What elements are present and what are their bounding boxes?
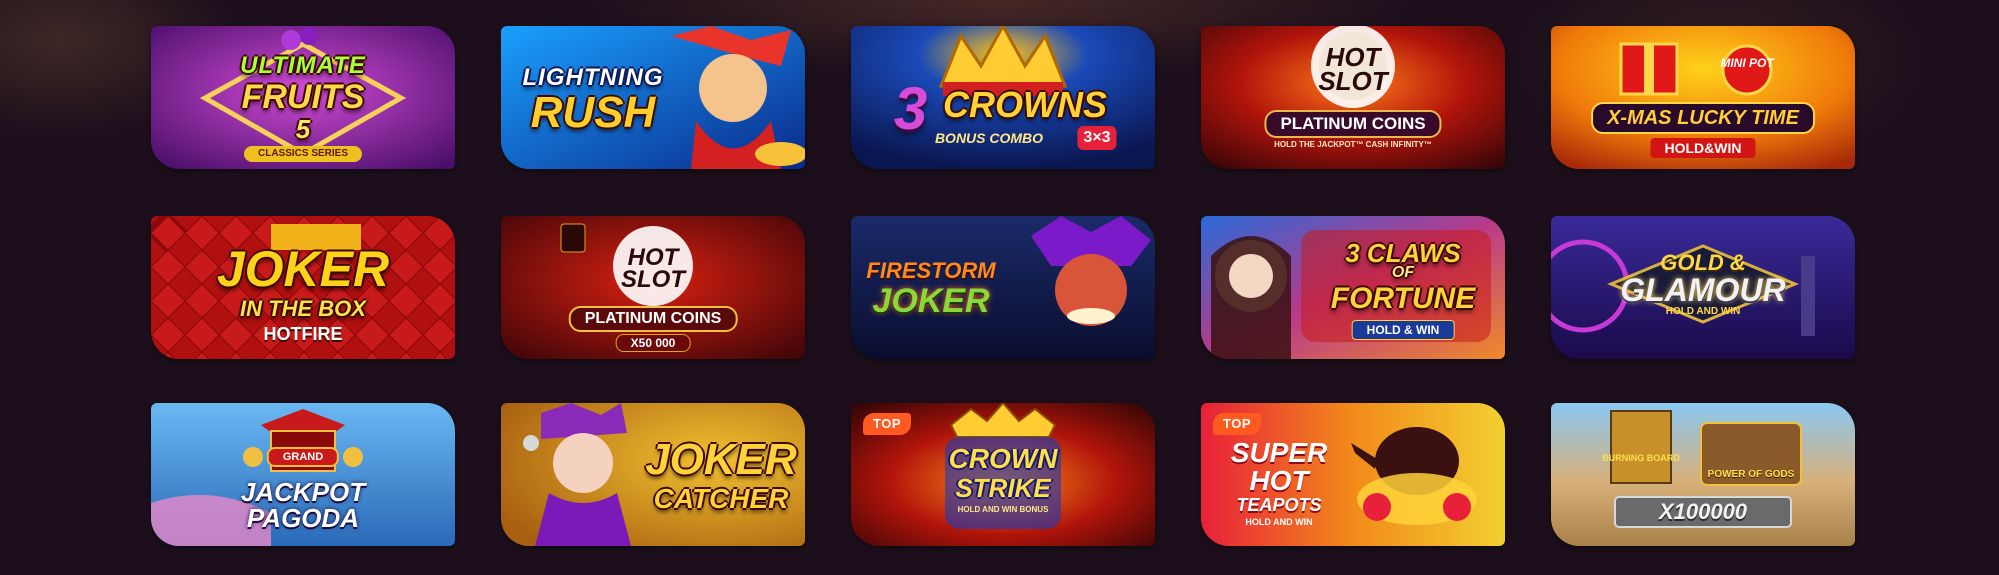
game-tile-joker-catcher[interactable]: Joker Catcher xyxy=(501,403,805,546)
game-subtitle: Hold the Jackpot™ Cash Infinity™ xyxy=(1274,140,1432,149)
game-title-line2: Power of Gods xyxy=(1707,469,1795,480)
game-tile-joker-in-the-box-hotfire[interactable]: Joker In the Box Hotfire xyxy=(151,216,455,359)
game-title-line3: 5 xyxy=(295,114,311,144)
game-title-line2: Slot xyxy=(1318,66,1388,96)
game-title-line1: Joker xyxy=(645,435,797,484)
game-title-line1: Burning Board xyxy=(1602,453,1680,463)
game-title-line3: Hotfire xyxy=(263,324,343,344)
game-tile-3-claws-of-fortune[interactable]: 3 Claws of Fortune Hold & Win xyxy=(1201,216,1505,359)
game-title-line1: Ultimate xyxy=(240,52,366,79)
game-title-line2: In the Box xyxy=(240,296,366,321)
game-title-line3: Pagoda xyxy=(246,503,360,533)
game-title-line1: Crown xyxy=(948,443,1058,474)
game-title-line2: Catcher xyxy=(653,483,789,514)
game-tile-ultimate-fruits-5[interactable]: Ultimate Fruits 5 Classics Series xyxy=(151,26,455,169)
game-title-line1: Firestorm xyxy=(866,258,996,283)
game-title-line2: X-Mas Lucky Time xyxy=(1591,102,1815,134)
game-title-line1: Grand xyxy=(266,447,340,467)
game-title-line2: Glamour xyxy=(1620,272,1786,308)
game-tile-hot-slot-platinum-coins-x50000[interactable]: Hot Slot Platinum Coins x50 000 xyxy=(501,216,805,359)
game-tile-jackpot-pagoda[interactable]: Grand Jackpot Pagoda xyxy=(151,403,455,546)
game-title-line2: Hot xyxy=(1249,465,1309,496)
game-title-line2: Crowns xyxy=(943,84,1107,125)
game-tile-firestorm-joker[interactable]: Firestorm Joker xyxy=(851,216,1155,359)
game-tile-crown-strike[interactable]: TOP Crown Strike Hold and Win Bonus xyxy=(851,403,1155,546)
game-tile-lightning-rush[interactable]: Lightning Rush xyxy=(501,26,805,169)
game-tile-x-mas-lucky-time[interactable]: Mini Pot X-Mas Lucky Time Hold&Win xyxy=(1551,26,1855,169)
game-title-line1: Mini Pot xyxy=(1720,56,1774,70)
game-tile-super-hot-teapots[interactable]: TOP Super Hot Teapots Hold and Win xyxy=(1201,403,1505,546)
game-title-line3: Platinum Coins xyxy=(1264,110,1442,138)
game-subtitle: 3×3 xyxy=(1077,126,1117,150)
game-title-line2: Fruits xyxy=(241,78,365,116)
game-title-line2: Rush xyxy=(530,88,656,137)
top-badge: TOP xyxy=(1213,413,1261,435)
game-subtitle: Hold & Win xyxy=(1351,320,1455,340)
game-subtitle: Classics Series xyxy=(243,146,363,162)
game-subtitle: Hold and Win xyxy=(1245,517,1313,527)
game-title-line3: Platinum Coins xyxy=(568,306,738,332)
game-title-line2: Slot xyxy=(621,266,685,293)
game-title-line3: Hold&Win xyxy=(1650,138,1756,158)
game-title-line3: Hold and Win xyxy=(1665,306,1741,317)
game-grid: Ultimate Fruits 5 Classics Series Lightn… xyxy=(151,26,1855,546)
game-title-line3: Fortune xyxy=(1330,282,1476,315)
game-title-line2: Strike xyxy=(955,473,1051,503)
top-badge: TOP xyxy=(863,413,911,435)
game-title-line2: of xyxy=(1391,264,1415,281)
game-title-line2: Joker xyxy=(872,282,990,320)
game-title-line3: x100000 xyxy=(1658,499,1748,524)
game-title-line3: Teapots xyxy=(1236,495,1322,515)
game-subtitle: x50 000 xyxy=(615,334,691,352)
game-tile-gold-and-glamour[interactable]: Gold & Glamour Hold and Win xyxy=(1551,216,1855,359)
game-tile-burning-board-power-of-gods[interactable]: Burning Board Power of Gods x100000 xyxy=(1551,403,1855,546)
game-tile-hot-slot-platinum-coins[interactable]: Hot Slot Platinum Coins Hold the Jackpot… xyxy=(1201,26,1505,169)
game-title-line3: Hold and Win Bonus xyxy=(957,505,1049,514)
game-title-line1: Joker xyxy=(216,241,390,297)
game-tile-3-crowns[interactable]: 3 Crowns Bonus Combo 3×3 xyxy=(851,26,1155,169)
